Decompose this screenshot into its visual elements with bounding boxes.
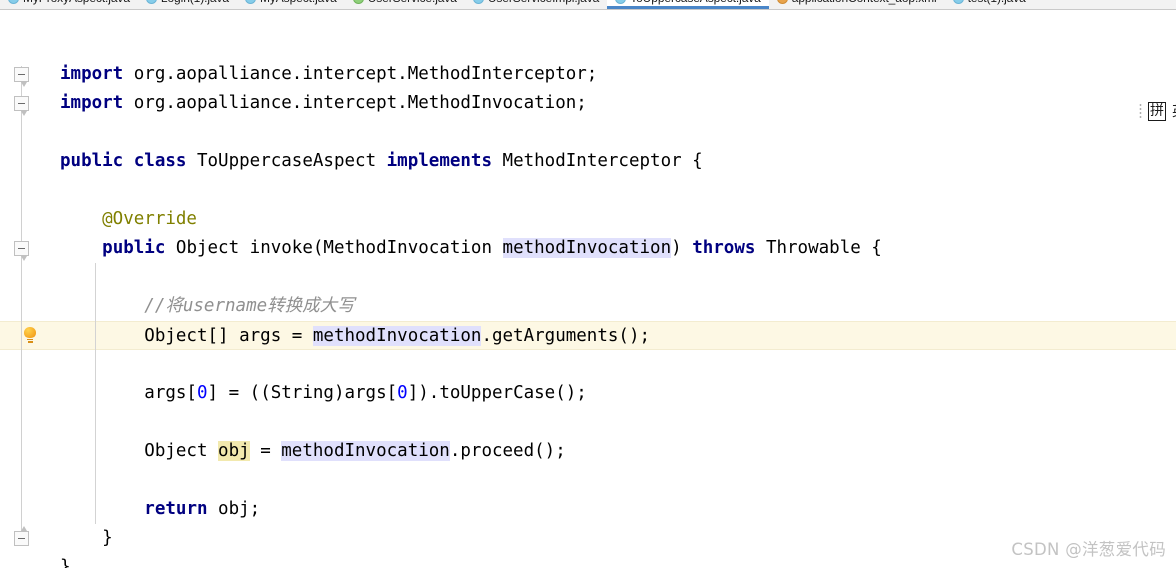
editor-tab-label: applicationContext_aop.xml <box>792 0 937 5</box>
code-line[interactable]: } <box>44 524 1176 553</box>
code-line[interactable]: //将username转换成大写 <box>44 292 1176 321</box>
code-token: .getArguments(); <box>481 326 651 346</box>
code-line[interactable]: public Object invoke(MethodInvocation me… <box>44 234 1176 263</box>
code-content[interactable]: import org.aopalliance.intercept.MethodI… <box>44 10 1176 568</box>
java-class-icon <box>8 0 19 4</box>
editor-tab-label: test(1).java <box>968 0 1026 5</box>
java-class-icon <box>145 0 157 4</box>
code-token: Object invoke(MethodInvocation <box>165 238 503 258</box>
editor-gutter[interactable] <box>0 10 44 568</box>
csdn-watermark: CSDN @洋葱爱代码 <box>1011 540 1166 559</box>
editor-tab-bar[interactable]: MyProxyAspect.java Login(1).java MyAspect.… <box>0 0 1176 10</box>
code-line[interactable] <box>44 350 1176 379</box>
code-token: 0 <box>196 383 208 403</box>
code-line[interactable] <box>44 118 1176 147</box>
fold-marker-3[interactable] <box>14 526 29 546</box>
editor-tab-1[interactable]: Login(1).java <box>138 0 237 9</box>
code-token: throws <box>692 238 756 258</box>
editor-tab-0[interactable]: MyProxyAspect.java <box>0 0 138 9</box>
editor-tab-6[interactable]: applicationContext_aop.xml <box>769 0 945 9</box>
ime-drag-handle[interactable] <box>1139 103 1142 119</box>
java-class-icon <box>952 0 964 4</box>
code-token: class <box>133 151 187 171</box>
code-token: = <box>249 441 282 461</box>
code-token: import <box>60 93 124 113</box>
ime-floating-bar[interactable]: 拼 英 J <box>1136 99 1176 123</box>
code-token: org.aopalliance.intercept.MethodIntercep… <box>123 64 598 84</box>
intention-bulb-icon[interactable] <box>23 327 37 343</box>
code-token: 0 <box>397 383 408 403</box>
indent-guide <box>95 263 96 524</box>
code-line[interactable] <box>44 176 1176 205</box>
editor-tab-5[interactable]: ToUppercaseAspect.java <box>607 0 769 9</box>
current-line-gutter-highlight <box>0 321 44 350</box>
fold-marker-2[interactable] <box>14 241 29 261</box>
code-line[interactable]: @Override <box>44 205 1176 234</box>
code-token: Throwable { <box>755 238 882 258</box>
code-token: public <box>102 238 166 258</box>
code-token: //将username转换成大写 <box>60 296 355 316</box>
code-line[interactable] <box>44 466 1176 495</box>
code-token: import <box>60 64 124 84</box>
code-token: ToUppercaseAspect <box>186 151 387 171</box>
code-line[interactable]: return obj; <box>44 495 1176 524</box>
editor-tab-2[interactable]: MyAspect.java <box>237 0 345 9</box>
code-line[interactable] <box>44 408 1176 437</box>
code-token: obj; <box>207 499 261 519</box>
code-line[interactable] <box>44 263 1176 292</box>
code-token: .proceed(); <box>449 441 566 461</box>
code-token: ] = ((String)args[ <box>207 383 398 403</box>
fold-marker-0[interactable] <box>14 67 29 87</box>
code-token: org.aopalliance.intercept.MethodInvocati… <box>123 93 587 113</box>
code-line[interactable]: Object[] args = methodInvocation.getArgu… <box>44 321 1176 350</box>
code-token: return <box>144 499 208 519</box>
spring-bean-icon <box>352 0 364 4</box>
code-line[interactable]: } <box>44 553 1176 568</box>
editor-tab-label: ToUppercaseAspect.java <box>630 0 761 5</box>
code-line[interactable]: import org.aopalliance.intercept.MethodI… <box>44 89 1176 118</box>
code-editor[interactable]: import org.aopalliance.intercept.MethodI… <box>0 10 1176 568</box>
code-token: @Override <box>60 209 197 229</box>
editor-tab-4[interactable]: UserServiceImpl.java <box>465 0 607 9</box>
fold-marker-1[interactable] <box>14 96 29 116</box>
editor-tab-label: MyProxyAspect.java <box>23 0 130 5</box>
code-token: implements <box>386 151 492 171</box>
code-token: ]).toUpperCase(); <box>407 383 587 403</box>
code-token: methodInvocation <box>281 441 450 461</box>
ime-mode-key[interactable]: 拼 <box>1148 101 1166 121</box>
code-token: args[ <box>60 383 197 403</box>
code-token: } <box>60 557 71 568</box>
ime-language-label[interactable]: 英 <box>1172 101 1176 121</box>
editor-tab-label: UserServiceImpl.java <box>488 0 599 5</box>
java-class-icon <box>615 0 627 4</box>
code-token: Object[] args = <box>60 326 313 346</box>
java-class-icon <box>244 0 256 4</box>
code-token: public <box>60 151 124 171</box>
code-token: obj <box>218 441 250 461</box>
code-token: methodInvocation <box>502 238 672 258</box>
gutter-fold-connector <box>21 66 22 538</box>
xml-file-icon <box>776 0 788 4</box>
ide-window: MyProxyAspect.java Login(1).java MyAspect.… <box>0 0 1176 568</box>
code-line[interactable]: public class ToUppercaseAspect implement… <box>44 147 1176 176</box>
code-line[interactable]: args[0] = ((String)args[0]).toUpperCase(… <box>44 379 1176 408</box>
code-token: methodInvocation <box>312 326 482 346</box>
code-token: } <box>60 528 113 548</box>
editor-tab-label: UserService.java <box>368 0 457 5</box>
editor-tab-label: MyAspect.java <box>260 0 337 5</box>
code-token: MethodInterceptor { <box>492 151 703 171</box>
code-token: ) <box>671 238 693 258</box>
code-token: Object <box>60 441 219 461</box>
code-line[interactable]: import org.aopalliance.intercept.MethodI… <box>44 60 1176 89</box>
editor-tab-3[interactable]: UserService.java <box>345 0 465 9</box>
editor-tab-label: Login(1).java <box>161 0 229 5</box>
code-line[interactable]: Object obj = methodInvocation.proceed(); <box>44 437 1176 466</box>
editor-tab-7[interactable]: test(1).java <box>945 0 1034 9</box>
java-class-icon <box>472 0 484 4</box>
